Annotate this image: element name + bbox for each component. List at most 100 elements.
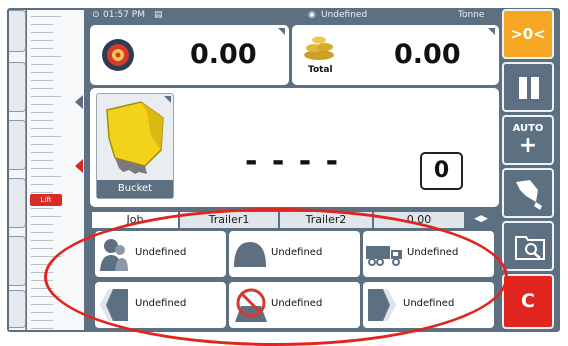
grid-button-next[interactable]: Undefined: [363, 282, 494, 328]
status-material: Undefined: [321, 10, 368, 20]
scale-tick: [31, 280, 53, 281]
scale-tick: [31, 272, 53, 273]
plus-icon: +: [518, 133, 538, 158]
current-weight-value: 0.00: [190, 39, 257, 70]
scale-tick: [31, 72, 53, 73]
grid-button-steering[interactable]: Undefined: [229, 282, 360, 328]
dome-icon: [234, 242, 266, 267]
count-box[interactable]: 0: [420, 152, 463, 190]
scale-tick: [31, 312, 53, 313]
scale-tick: [31, 208, 53, 209]
scale-pointer-icon: [75, 95, 83, 109]
scale-tick: [31, 176, 61, 177]
scale-tick: [31, 168, 53, 169]
status-unit: Tonne: [458, 10, 485, 20]
report-button[interactable]: [502, 221, 554, 271]
grid-label: Undefined: [135, 298, 187, 309]
scale-tick: [31, 264, 53, 265]
scale-tick: [31, 296, 61, 297]
grid-button-material[interactable]: Undefined: [229, 231, 360, 277]
attachment-label: Bucket: [97, 180, 173, 198]
rail-tab-6[interactable]: [9, 290, 26, 328]
total-weight-panel[interactable]: Total 0.00: [292, 25, 499, 85]
grid-label: Undefined: [271, 298, 323, 309]
person-icon: [100, 239, 128, 271]
attachment-reading: - - - -: [245, 144, 341, 179]
bucket-tip-icon: [516, 180, 542, 210]
pause-icon: [519, 77, 539, 99]
material-icon: ◉: [308, 10, 316, 20]
clock-icon: ⊙: [92, 10, 100, 20]
attachment-card[interactable]: Bucket: [96, 93, 174, 199]
rail-tab-1[interactable]: [9, 10, 26, 52]
grid-label: Undefined: [407, 247, 459, 258]
cancel-label: C: [521, 290, 535, 312]
tab-bar: Job Trailer1 Trailer2 0.00 ◀▶: [90, 210, 498, 228]
target-icon: [102, 39, 134, 71]
no-steering-icon: [235, 288, 267, 322]
scale-tick: [31, 232, 53, 233]
scale-tick: [31, 152, 53, 153]
status-time: 01:57 PM: [103, 10, 145, 20]
scale-tick: [31, 40, 53, 41]
attachment-panel: Bucket - - - - 0: [90, 88, 499, 207]
scale-tick: [31, 96, 61, 97]
lift-badge: Lift: [30, 194, 62, 206]
grid-button-truck[interactable]: Undefined: [363, 231, 494, 277]
scale-tick: [31, 32, 53, 33]
scale-tick: [31, 184, 53, 185]
scale-tick: [31, 320, 53, 321]
scale-tick: [31, 240, 53, 241]
scale-tick: [31, 216, 61, 217]
scale-divider: [84, 10, 87, 330]
rail-tab-3[interactable]: [9, 120, 26, 170]
scale-tick: [31, 112, 53, 113]
scale-tick: [31, 80, 53, 81]
scale-tick: [31, 288, 53, 289]
grid-label: Undefined: [403, 298, 455, 309]
panel-corner-icon: [278, 28, 285, 35]
tab-value[interactable]: 0.00: [374, 212, 464, 228]
grid-label: Undefined: [271, 247, 323, 258]
panel-corner-icon: [488, 28, 495, 35]
arrow-left-icon: [100, 289, 128, 321]
tab-scroll-icon[interactable]: ◀▶: [466, 212, 496, 228]
zero-button[interactable]: >0<: [502, 9, 554, 59]
scale-tick: [31, 144, 53, 145]
scale-tick: [31, 16, 61, 17]
scale-tick: [31, 256, 61, 257]
panel-corner-icon: [164, 96, 171, 103]
tab-job[interactable]: Job: [92, 212, 178, 228]
tab-trailer2[interactable]: Trailer2: [280, 212, 372, 228]
scale-tick: [31, 192, 53, 193]
scale-tick: [31, 160, 53, 161]
scale-tick: [31, 56, 61, 57]
status-bar: ⊙ 01:57 PM ▤ ◉ Undefined Tonne: [88, 9, 499, 23]
pause-button[interactable]: [502, 62, 554, 112]
arrow-right-icon: [368, 289, 396, 321]
grid-button-operator[interactable]: Undefined: [95, 231, 226, 277]
cancel-button[interactable]: C: [502, 274, 554, 329]
scale-tick: [31, 136, 61, 137]
auto-add-button[interactable]: AUTO +: [502, 115, 554, 165]
scale-tick: [31, 48, 53, 49]
zero-label: >0<: [510, 25, 546, 43]
bucket-tip-button[interactable]: [502, 168, 554, 218]
memory-icon: ▤: [154, 10, 163, 20]
scale-tick: [31, 248, 53, 249]
scale-tick: [31, 128, 53, 129]
scale-tick: [31, 328, 53, 329]
scale-tick: [31, 304, 53, 305]
tab-trailer1[interactable]: Trailer1: [180, 212, 278, 228]
limit-pointer-icon: [75, 159, 83, 173]
rail-tab-4[interactable]: [9, 178, 26, 228]
bucket-icon: [106, 101, 164, 174]
rail-tab-2[interactable]: [9, 62, 26, 112]
rail-tab-5[interactable]: [9, 236, 26, 286]
search-report-icon: [515, 236, 545, 260]
scale-tick: [31, 88, 53, 89]
scale-tick: [31, 64, 53, 65]
grid-button-previous[interactable]: Undefined: [95, 282, 226, 328]
current-weight-panel[interactable]: 0.00: [90, 25, 289, 85]
scale-tick: [31, 104, 53, 105]
